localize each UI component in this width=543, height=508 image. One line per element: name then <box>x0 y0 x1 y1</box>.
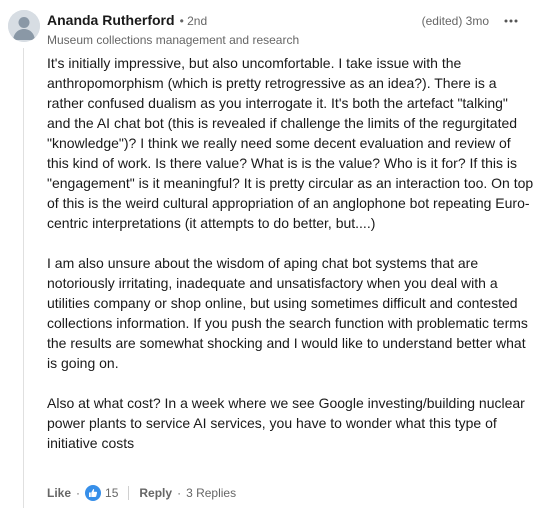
ellipsis-icon <box>504 19 518 23</box>
overflow-menu-button[interactable] <box>501 13 521 29</box>
comment-body: It's initially impressive, but also unco… <box>47 53 534 473</box>
edited-timestamp: (edited) 3mo <box>421 14 489 28</box>
separator-dot: · <box>177 486 182 500</box>
comment: Ananda Rutherford • 2nd Museum collectio… <box>0 0 543 508</box>
header-meta: (edited) 3mo <box>422 12 521 30</box>
like-button[interactable]: Like <box>47 486 71 500</box>
replies-count-link[interactable]: 3 Replies <box>186 486 236 500</box>
thumbs-up-icon <box>85 485 102 501</box>
comment-header: Ananda Rutherford • 2nd Museum collectio… <box>47 12 535 47</box>
comment-paragraph: Also at what cost? In a week where we se… <box>47 395 525 451</box>
default-avatar-icon <box>8 10 40 42</box>
comment-paragraph: I am also unsure about the wisdom of api… <box>47 255 528 371</box>
thumbs-up-glyph <box>89 489 98 497</box>
author-name[interactable]: Ananda Rutherford <box>47 12 175 28</box>
author-headline: Museum collections management and resear… <box>47 33 300 47</box>
thread-line <box>23 48 24 508</box>
comment-paragraph: It's initially impressive, but also unco… <box>47 55 534 231</box>
avatar[interactable] <box>8 10 40 42</box>
separator-dot: · <box>76 486 81 500</box>
connection-degree: • 2nd <box>179 14 208 28</box>
like-count[interactable]: 15 <box>105 486 118 500</box>
reply-button[interactable]: Reply <box>139 486 172 500</box>
action-divider <box>128 486 130 500</box>
comment-actions: Like · 15 Reply · 3 Replies <box>47 484 236 502</box>
